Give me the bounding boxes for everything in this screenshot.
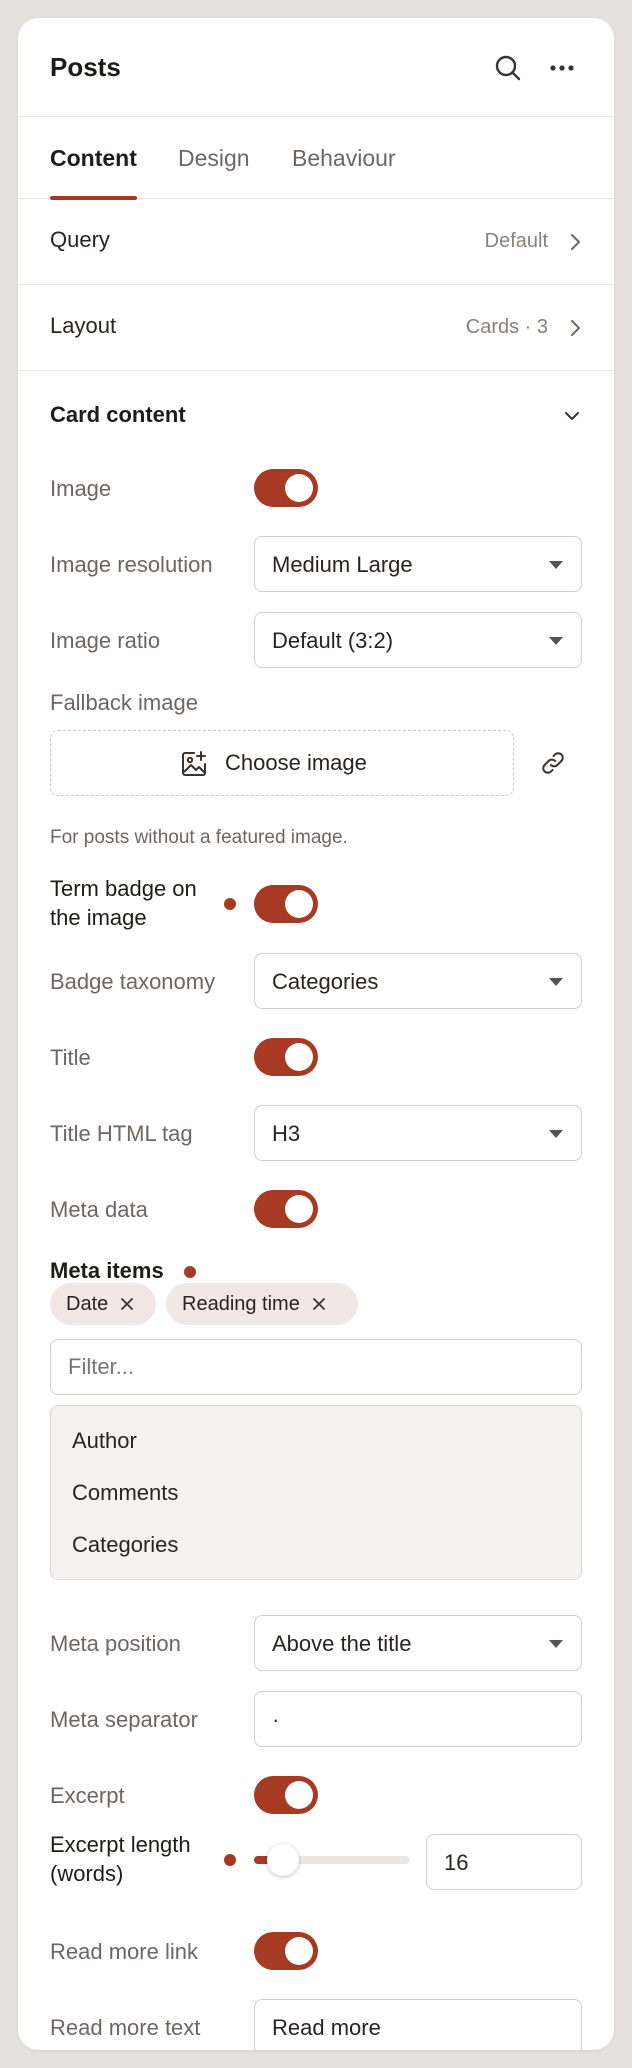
caret-down-icon <box>549 1640 563 1648</box>
meta-chip-date: Date <box>50 1283 156 1325</box>
caret-down-icon <box>549 978 563 986</box>
term-badge-toggle[interactable] <box>254 885 318 923</box>
read-more-link-toggle[interactable] <box>254 1932 318 1970</box>
list-item[interactable]: Comments <box>72 1480 178 1506</box>
title-tag-select[interactable]: H3 <box>254 1105 582 1161</box>
slider-thumb[interactable] <box>267 1844 299 1876</box>
chevron-right-icon <box>566 231 584 258</box>
toggle-knob <box>285 1781 313 1809</box>
image-resolution-value: Medium Large <box>272 552 413 577</box>
modified-indicator-dot <box>224 898 236 910</box>
query-label: Query <box>50 227 110 252</box>
modified-indicator-dot <box>224 1854 236 1866</box>
read-more-text-value: Read more <box>272 2015 381 2040</box>
link-icon[interactable] <box>538 748 568 783</box>
panel-header: Posts <box>18 18 614 117</box>
image-ratio-select[interactable]: Default (3:2) <box>254 612 582 668</box>
badge-taxonomy-value: Categories <box>272 969 379 994</box>
meta-chip-reading-time: Reading time <box>166 1283 358 1325</box>
caret-down-icon <box>549 637 563 645</box>
layout-value: Cards · 3 <box>465 316 548 338</box>
fallback-help-text: For posts without a featured image. <box>50 827 348 848</box>
list-item[interactable]: Author <box>72 1428 137 1454</box>
excerpt-label: Excerpt <box>50 1783 125 1808</box>
meta-data-label: Meta data <box>50 1197 148 1222</box>
fallback-image-label: Fallback image <box>50 690 198 715</box>
image-ratio-label: Image ratio <box>50 628 161 653</box>
more-horizontal-icon[interactable] <box>542 48 582 88</box>
posts-settings-panel: Posts Content Design Behaviour Query Def… <box>18 18 614 2050</box>
tab-content[interactable]: Content <box>50 117 137 200</box>
modified-indicator-dot <box>184 1266 196 1278</box>
panel-title: Posts <box>50 52 121 82</box>
meta-separator-input[interactable]: · <box>254 1691 582 1747</box>
chevron-right-icon <box>566 317 584 344</box>
tab-bar: Content Design Behaviour <box>18 117 614 200</box>
layout-row[interactable]: Layout Cards · 3 <box>18 285 614 371</box>
query-row[interactable]: Query Default <box>18 199 614 285</box>
card-content-title[interactable]: Card content <box>50 402 186 428</box>
title-label: Title <box>50 1045 91 1070</box>
search-icon[interactable] <box>488 48 528 88</box>
meta-position-value: Above the title <box>272 1631 412 1656</box>
choose-image-label: Choose image <box>225 750 367 775</box>
meta-position-select[interactable]: Above the title <box>254 1615 582 1671</box>
layout-label: Layout <box>50 313 117 338</box>
badge-taxonomy-label: Badge taxonomy <box>50 969 216 994</box>
meta-items-label: Meta items <box>50 1258 164 1283</box>
term-badge-label: Term badge on the image <box>50 876 197 930</box>
caret-down-icon <box>549 1130 563 1138</box>
meta-separator-value: · <box>272 1707 280 1732</box>
query-value: Default <box>484 230 548 252</box>
meta-data-toggle[interactable] <box>254 1190 318 1228</box>
add-image-icon <box>179 749 209 784</box>
chevron-down-icon[interactable] <box>562 406 582 431</box>
image-resolution-label: Image resolution <box>50 552 213 577</box>
title-tag-label: Title HTML tag <box>50 1121 193 1146</box>
read-more-text-input[interactable]: Read more <box>254 1999 582 2050</box>
chip-label: Date <box>66 1292 109 1315</box>
title-toggle[interactable] <box>254 1038 318 1076</box>
toggle-knob <box>285 1043 313 1071</box>
excerpt-length-slider-track[interactable] <box>254 1844 410 1876</box>
caret-down-icon <box>549 561 563 569</box>
excerpt-length-input[interactable]: 16 <box>426 1834 582 1890</box>
image-toggle[interactable] <box>254 469 318 507</box>
list-item[interactable]: Categories <box>72 1532 178 1558</box>
close-icon[interactable] <box>120 1297 134 1311</box>
meta-position-label: Meta position <box>50 1631 181 1656</box>
image-label: Image <box>50 476 112 501</box>
toggle-knob <box>285 1937 313 1965</box>
choose-image-button[interactable]: Choose image <box>50 730 514 796</box>
excerpt-length-value: 16 <box>444 1850 469 1875</box>
title-tag-value: H3 <box>272 1121 301 1146</box>
image-ratio-value: Default (3:2) <box>272 628 394 653</box>
read-more-text-label: Read more text <box>50 2015 201 2040</box>
toggle-knob <box>285 474 313 502</box>
toggle-knob <box>285 1195 313 1223</box>
meta-filter-input[interactable] <box>50 1339 582 1395</box>
image-resolution-select[interactable]: Medium Large <box>254 536 582 592</box>
close-icon[interactable] <box>312 1297 326 1311</box>
tab-behaviour[interactable]: Behaviour <box>292 117 396 199</box>
tab-design[interactable]: Design <box>178 117 250 199</box>
meta-separator-label: Meta separator <box>50 1707 198 1732</box>
excerpt-length-label: Excerpt length (words) <box>50 1832 191 1886</box>
chip-label: Reading time <box>182 1292 300 1315</box>
badge-taxonomy-select[interactable]: Categories <box>254 953 582 1009</box>
meta-items-listbox: Author Comments Categories <box>50 1405 582 1580</box>
excerpt-toggle[interactable] <box>254 1776 318 1814</box>
toggle-knob <box>285 890 313 918</box>
read-more-link-label: Read more link <box>50 1939 198 1964</box>
